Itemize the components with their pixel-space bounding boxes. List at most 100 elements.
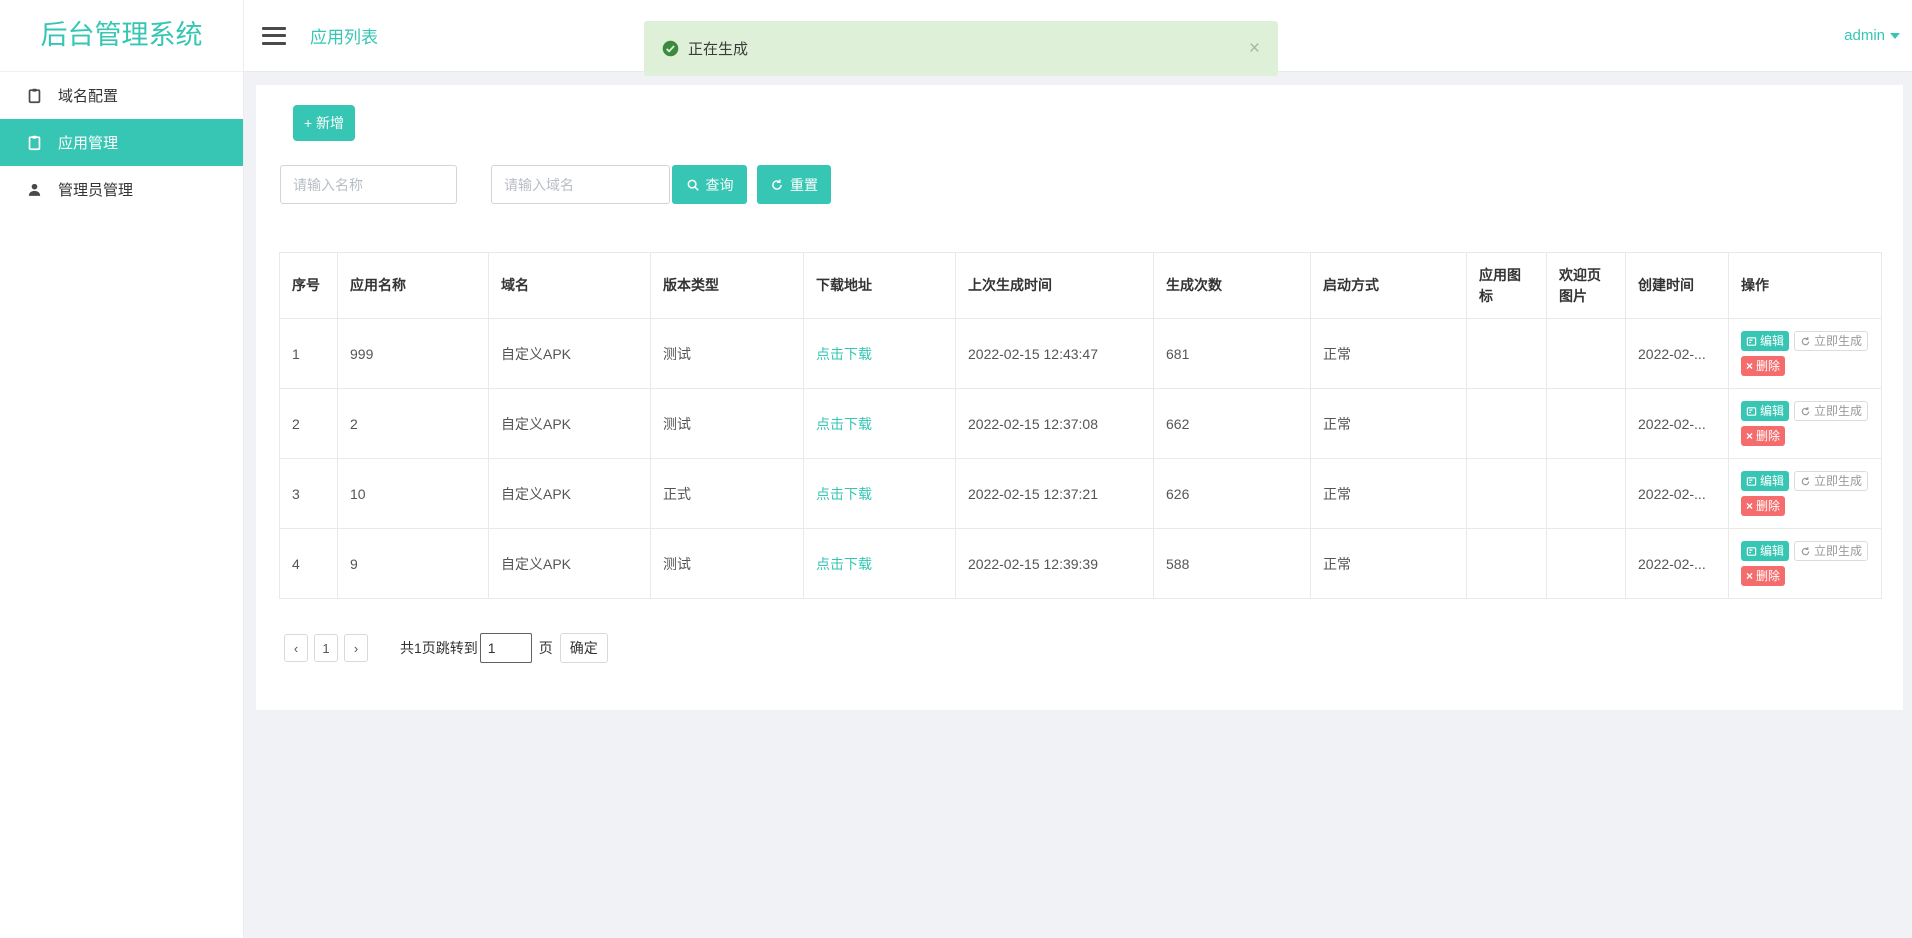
name-search-input[interactable] — [280, 165, 457, 204]
sidebar-item-label: 域名配置 — [58, 85, 118, 106]
cell-welcome-image — [1547, 459, 1626, 529]
sidebar-item-label: 管理员管理 — [58, 179, 133, 200]
reset-button[interactable]: 重置 — [757, 165, 831, 204]
refresh-icon — [1800, 476, 1811, 487]
cell-version-type: 测试 — [651, 389, 804, 459]
clipboard-icon — [26, 87, 43, 104]
search-button[interactable]: 查询 — [672, 165, 747, 204]
add-button[interactable]: + 新增 — [293, 105, 355, 141]
jump-page-input[interactable] — [480, 633, 532, 663]
generate-button[interactable]: 立即生成 — [1794, 331, 1868, 351]
cell-launch-mode: 正常 — [1311, 529, 1467, 599]
col-header-download: 下载地址 — [804, 253, 956, 319]
cell-last-generated: 2022-02-15 12:43:47 — [956, 319, 1154, 389]
app-root: 后台管理系统 域名配置 应用管理 管理员管理 — [0, 0, 1912, 938]
edit-form-icon — [1746, 336, 1757, 347]
edit-button-label: 编辑 — [1760, 405, 1784, 417]
cell-app-name: 2 — [338, 389, 489, 459]
cell-last-generated: 2022-02-15 12:37:21 — [956, 459, 1154, 529]
reset-button-label: 重置 — [790, 175, 818, 195]
username: admin — [1844, 27, 1885, 44]
page-title: 应用列表 — [310, 23, 378, 48]
cell-domain: 自定义APK — [489, 319, 651, 389]
table-row: 3 10 自定义APK 正式 点击下载 2022-02-15 12:37:21 … — [280, 459, 1882, 529]
domain-search-input[interactable] — [491, 165, 670, 204]
edit-form-icon — [1746, 476, 1757, 487]
generate-button[interactable]: 立即生成 — [1794, 541, 1868, 561]
sidebar-item-label: 应用管理 — [58, 132, 118, 153]
hamburger-menu-icon[interactable] — [262, 27, 286, 45]
clipboard-icon — [26, 134, 43, 151]
download-link[interactable]: 点击下载 — [804, 389, 956, 459]
edit-button[interactable]: 编辑 — [1741, 331, 1789, 351]
generate-button[interactable]: 立即生成 — [1794, 401, 1868, 421]
delete-button[interactable]: × 删除 — [1741, 496, 1785, 516]
col-header-version: 版本类型 — [651, 253, 804, 319]
download-link[interactable]: 点击下载 — [804, 459, 956, 529]
cell-version-type: 测试 — [651, 319, 804, 389]
app-table: 序号 应用名称 域名 版本类型 下载地址 上次生成时间 生成次数 启动方式 应用… — [279, 252, 1881, 599]
cell-domain: 自定义APK — [489, 529, 651, 599]
next-page-button[interactable]: › — [344, 634, 368, 662]
cell-launch-mode: 正常 — [1311, 389, 1467, 459]
delete-button[interactable]: × 删除 — [1741, 566, 1785, 586]
user-icon — [26, 181, 43, 198]
cell-created-time: 2022-02-... — [1626, 529, 1729, 599]
cell-index: 1 — [280, 319, 338, 389]
col-header-count: 生成次数 — [1154, 253, 1311, 319]
cell-welcome-image — [1547, 319, 1626, 389]
download-link[interactable]: 点击下载 — [804, 319, 956, 389]
page-number-button[interactable]: 1 — [314, 634, 338, 662]
close-icon: × — [1746, 430, 1753, 442]
refresh-icon — [1800, 546, 1811, 557]
sidebar-item-admin-manage[interactable]: 管理员管理 — [0, 166, 243, 213]
prev-page-button[interactable]: ‹ — [284, 634, 308, 662]
col-header-app-icon: 应用图标 — [1467, 253, 1547, 319]
cell-actions: 编辑 立即生成 × 删除 — [1729, 389, 1882, 459]
edit-form-icon — [1746, 406, 1757, 417]
delete-button-label: 删除 — [1756, 360, 1780, 372]
generate-button-label: 立即生成 — [1814, 475, 1862, 487]
confirm-button[interactable]: 确定 — [560, 633, 608, 663]
user-menu[interactable]: admin — [1844, 27, 1900, 44]
cell-last-generated: 2022-02-15 12:39:39 — [956, 529, 1154, 599]
cell-version-type: 正式 — [651, 459, 804, 529]
cell-generate-count: 588 — [1154, 529, 1311, 599]
app-logo: 后台管理系统 — [0, 0, 243, 72]
cell-last-generated: 2022-02-15 12:37:08 — [956, 389, 1154, 459]
banner-text: 正在生成 — [688, 38, 748, 59]
edit-button[interactable]: 编辑 — [1741, 541, 1789, 561]
cell-launch-mode: 正常 — [1311, 459, 1467, 529]
delete-button[interactable]: × 删除 — [1741, 356, 1785, 376]
edit-button[interactable]: 编辑 — [1741, 471, 1789, 491]
sidebar-item-app-manage[interactable]: 应用管理 — [0, 119, 243, 166]
table-header: 序号 应用名称 域名 版本类型 下载地址 上次生成时间 生成次数 启动方式 应用… — [280, 253, 1882, 319]
sidebar-nav: 域名配置 应用管理 管理员管理 — [0, 72, 243, 213]
edit-button-label: 编辑 — [1760, 475, 1784, 487]
sidebar: 后台管理系统 域名配置 应用管理 管理员管理 — [0, 0, 244, 938]
edit-button[interactable]: 编辑 — [1741, 401, 1789, 421]
sidebar-item-domain-config[interactable]: 域名配置 — [0, 72, 243, 119]
cell-domain: 自定义APK — [489, 389, 651, 459]
cell-index: 2 — [280, 389, 338, 459]
cell-created-time: 2022-02-... — [1626, 389, 1729, 459]
close-icon[interactable]: × — [1249, 39, 1260, 58]
download-link[interactable]: 点击下载 — [804, 529, 956, 599]
cell-actions: 编辑 立即生成 × 删除 — [1729, 319, 1882, 389]
delete-button[interactable]: × 删除 — [1741, 426, 1785, 446]
cell-actions: 编辑 立即生成 × 删除 — [1729, 529, 1882, 599]
generate-button-label: 立即生成 — [1814, 545, 1862, 557]
cell-generate-count: 681 — [1154, 319, 1311, 389]
close-icon: × — [1746, 500, 1753, 512]
refresh-icon — [770, 178, 784, 192]
generate-button[interactable]: 立即生成 — [1794, 471, 1868, 491]
close-icon: × — [1746, 570, 1753, 582]
col-header-last-time: 上次生成时间 — [956, 253, 1154, 319]
status-banner: 正在生成 × — [644, 21, 1278, 76]
pagination: ‹ 1 › 共1页跳转到 页 确定 — [284, 633, 608, 663]
refresh-icon — [1800, 406, 1811, 417]
search-icon — [686, 178, 700, 192]
cell-index: 4 — [280, 529, 338, 599]
cell-app-icon — [1467, 459, 1547, 529]
cell-created-time: 2022-02-... — [1626, 459, 1729, 529]
